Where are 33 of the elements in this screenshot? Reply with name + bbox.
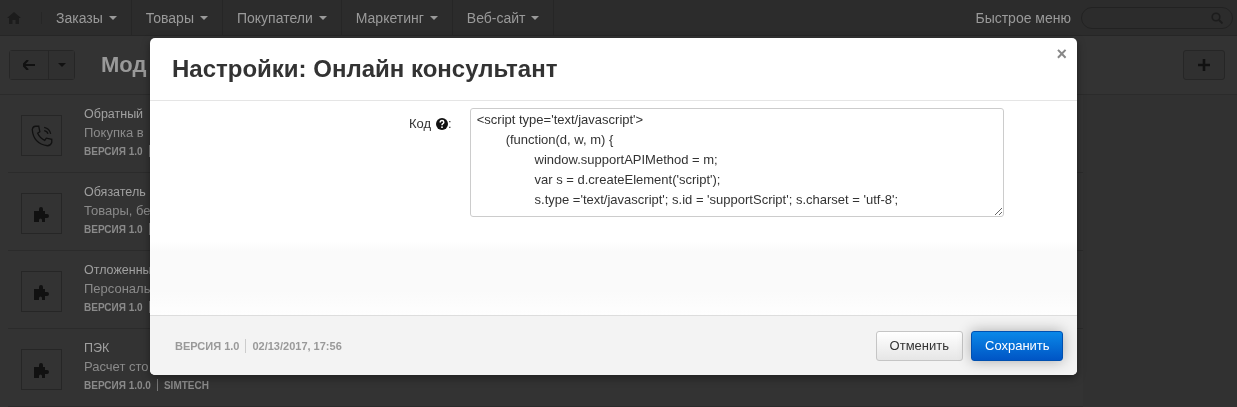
back-arrow-icon bbox=[23, 60, 35, 70]
label-colon: : bbox=[448, 116, 452, 131]
dialog-version: ВЕРСИЯ 1.0 bbox=[175, 339, 240, 352]
module-version: ВЕРСИЯ 1.0 bbox=[84, 145, 143, 157]
module-version: ВЕРСИЯ 1.0 bbox=[84, 223, 143, 235]
page-title: Мод bbox=[101, 52, 147, 78]
add-button[interactable] bbox=[1183, 50, 1225, 80]
quick-menu-label: Быстрое меню bbox=[975, 9, 1071, 26]
dialog-date: 02/13/2017, 17:56 bbox=[252, 339, 342, 352]
module-description: Товары, бе bbox=[84, 203, 152, 218]
puzzle-icon bbox=[33, 283, 50, 300]
nav-menu-item[interactable]: Маркетинг bbox=[341, 0, 453, 35]
help-icon[interactable] bbox=[436, 118, 449, 130]
puzzle-icon bbox=[33, 361, 50, 378]
module-description: Персональ bbox=[84, 281, 152, 296]
nav-menu-item[interactable]: Покупатели bbox=[222, 0, 342, 35]
close-button[interactable]: × bbox=[1056, 44, 1067, 65]
nav-menu-item[interactable]: Заказы bbox=[42, 0, 132, 35]
module-description: Расчет сто bbox=[84, 359, 150, 374]
module-description: Покупка в bbox=[84, 125, 145, 140]
cancel-button[interactable]: Отменить bbox=[875, 330, 963, 361]
field-label: Код bbox=[409, 116, 432, 131]
dialog-title: Настройки: Онлайн консультант bbox=[172, 55, 558, 83]
save-button[interactable]: Сохранить bbox=[971, 330, 1063, 361]
module-version: ВЕРСИЯ 1.0.0 bbox=[84, 379, 151, 391]
module-version: ВЕРСИЯ 1.0 bbox=[84, 301, 143, 313]
nav-menu-item[interactable]: Веб-сайт bbox=[452, 0, 555, 35]
module-author: SIMTECH bbox=[163, 379, 209, 391]
puzzle-icon bbox=[33, 205, 50, 222]
plus-icon bbox=[1198, 59, 1210, 71]
nav-menu-item[interactable]: Товары bbox=[131, 0, 223, 35]
dropdown-button[interactable] bbox=[48, 51, 74, 79]
code-field[interactable]: <script type='text/javascript'> (function(d, w, m) { window.supportAPIMethod = m; var s = d.createElement('script'); s.type ='text/javascript'; s.id = 'supportScript'; s.charset = 'utf-8'; bbox=[469, 108, 1004, 217]
